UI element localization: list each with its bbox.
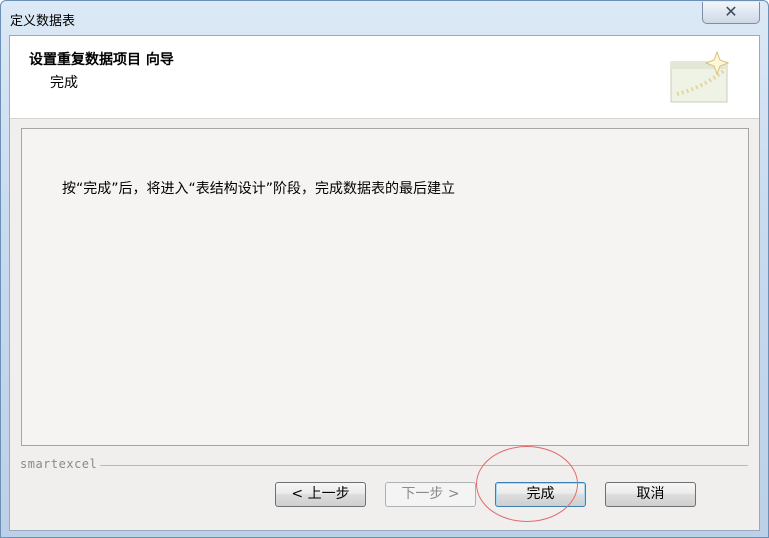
wizard-title: 设置重复数据项目 向导 xyxy=(29,52,174,68)
wizard-step-subtitle: 完成 xyxy=(50,75,78,91)
wizard-header: 设置重复数据项目 向导 完成 xyxy=(10,36,759,119)
brand-label: smartexcel xyxy=(20,457,101,471)
next-button[interactable]: 下一步 > xyxy=(385,482,476,507)
footer-divider xyxy=(20,465,748,466)
dialog-window: 定义数据表 ✕ 设置重复数据项目 向导 完成 按“完成”后，将进入“表结构设计”… xyxy=(0,0,769,538)
finish-instruction-text: 按“完成”后，将进入“表结构设计”阶段，完成数据表的最后建立 xyxy=(62,181,456,197)
title-bar[interactable]: 定义数据表 ✕ xyxy=(1,1,768,34)
content-panel: 按“完成”后，将进入“表结构设计”阶段，完成数据表的最后建立 xyxy=(21,128,749,446)
wizard-window-sparkle-icon xyxy=(670,50,730,103)
close-icon: ✕ xyxy=(724,2,738,21)
window-title: 定义数据表 xyxy=(10,14,76,29)
dialog-client-area: 设置重复数据项目 向导 完成 按“完成”后，将进入“表结构设计”阶段，完成数据表… xyxy=(9,35,760,531)
cancel-button[interactable]: 取消 xyxy=(605,482,696,507)
annotation-circle xyxy=(476,446,578,522)
back-button[interactable]: < 上一步 xyxy=(275,482,366,507)
close-button[interactable]: ✕ xyxy=(702,2,760,24)
